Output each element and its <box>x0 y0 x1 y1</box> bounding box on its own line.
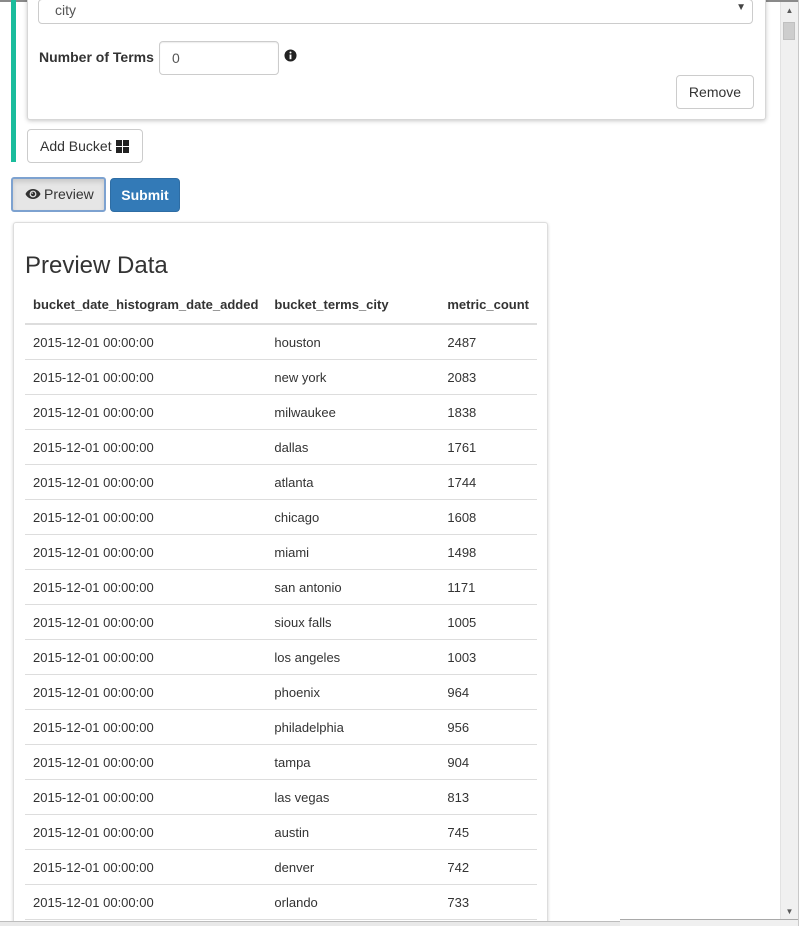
cell-date: 2015-12-01 00:00:00 <box>25 709 267 745</box>
cell-date: 2015-12-01 00:00:00 <box>25 324 267 360</box>
cell-date: 2015-12-01 00:00:00 <box>25 639 267 675</box>
cell-metric-count: 742 <box>439 849 537 885</box>
cell-date: 2015-12-01 00:00:00 <box>25 464 267 500</box>
chevron-down-icon: ▼ <box>736 2 746 13</box>
cell-metric-count: 745 <box>439 814 537 850</box>
preview-data-table: bucket_date_histogram_date_added bucket_… <box>25 286 537 920</box>
cell-city: sioux falls <box>266 604 440 640</box>
cell-city: milwaukee <box>266 394 440 430</box>
table-body: 2015-12-01 00:00:00 houston 2487 2015-12-01… <box>25 324 537 920</box>
preview-button[interactable]: Preview <box>11 177 106 212</box>
cell-city: tampa <box>266 744 440 780</box>
cell-city: austin <box>266 814 440 850</box>
window-bottom-edge-right <box>620 919 798 926</box>
cell-date: 2015-12-01 00:00:00 <box>25 499 267 535</box>
cell-city: chicago <box>266 499 440 535</box>
table-header-row: bucket_date_histogram_date_added bucket_… <box>25 286 537 325</box>
table-row: 2015-12-01 00:00:00 denver 742 <box>25 849 537 885</box>
table-row: 2015-12-01 00:00:00 chicago 1608 <box>25 499 537 535</box>
number-of-terms-input[interactable] <box>159 41 279 75</box>
aggregation-accent-bar <box>11 0 16 162</box>
table-row: 2015-12-01 00:00:00 austin 745 <box>25 814 537 850</box>
cell-city: philadelphia <box>266 709 440 745</box>
cell-date: 2015-12-01 00:00:00 <box>25 849 267 885</box>
table-row: 2015-12-01 00:00:00 los angeles 1003 <box>25 639 537 675</box>
cell-metric-count: 1761 <box>439 429 537 465</box>
cell-date: 2015-12-01 00:00:00 <box>25 394 267 430</box>
table-row: 2015-12-01 00:00:00 philadelphia 956 <box>25 709 537 745</box>
column-header-metric-count: metric_count <box>439 286 537 325</box>
preview-data-title: Preview Data <box>25 252 168 279</box>
cell-metric-count: 813 <box>439 779 537 815</box>
cell-date: 2015-12-01 00:00:00 <box>25 814 267 850</box>
preview-label: Preview <box>44 186 94 202</box>
cell-city: new york <box>266 359 440 395</box>
cell-city: atlanta <box>266 464 440 500</box>
table-row: 2015-12-01 00:00:00 new york 2083 <box>25 359 537 395</box>
cell-metric-count: 1744 <box>439 464 537 500</box>
cell-metric-count: 1005 <box>439 604 537 640</box>
cell-metric-count: 2083 <box>439 359 537 395</box>
cell-date: 2015-12-01 00:00:00 <box>25 569 267 605</box>
cell-city: houston <box>266 324 440 360</box>
table-row: 2015-12-01 00:00:00 san antonio 1171 <box>25 569 537 605</box>
page: city ▼ Number of Terms Remove Add Bucket… <box>0 0 799 926</box>
cell-date: 2015-12-01 00:00:00 <box>25 779 267 815</box>
table-row: 2015-12-01 00:00:00 orlando 733 <box>25 884 537 920</box>
column-header-city: bucket_terms_city <box>266 286 440 325</box>
scroll-down-arrow-icon[interactable]: ▼ <box>781 903 798 920</box>
number-of-terms-label: Number of Terms <box>39 49 154 65</box>
cell-metric-count: 904 <box>439 744 537 780</box>
column-header-date: bucket_date_histogram_date_added <box>25 286 267 325</box>
bucket-card: city ▼ Number of Terms Remove <box>27 0 766 120</box>
cell-metric-count: 1608 <box>439 499 537 535</box>
cell-city: miami <box>266 534 440 570</box>
table-row: 2015-12-01 00:00:00 atlanta 1744 <box>25 464 537 500</box>
field-select[interactable]: city ▼ <box>38 0 753 24</box>
cell-metric-count: 733 <box>439 884 537 920</box>
cell-city: san antonio <box>266 569 440 605</box>
cell-metric-count: 964 <box>439 674 537 710</box>
cell-city: dallas <box>266 429 440 465</box>
table-row: 2015-12-01 00:00:00 phoenix 964 <box>25 674 537 710</box>
cell-date: 2015-12-01 00:00:00 <box>25 534 267 570</box>
add-bucket-label: Add Bucket <box>40 138 112 154</box>
cell-date: 2015-12-01 00:00:00 <box>25 674 267 710</box>
cell-city: los angeles <box>266 639 440 675</box>
cell-date: 2015-12-01 00:00:00 <box>25 604 267 640</box>
preview-data-panel: Preview Data bucket_date_histogram_date_… <box>13 222 548 926</box>
field-select-value: city <box>55 2 76 18</box>
table-row: 2015-12-01 00:00:00 las vegas 813 <box>25 779 537 815</box>
th-large-icon <box>116 140 129 153</box>
cell-city: phoenix <box>266 674 440 710</box>
scroll-up-arrow-icon[interactable]: ▲ <box>781 2 798 19</box>
cell-metric-count: 1171 <box>439 569 537 605</box>
cell-metric-count: 1498 <box>439 534 537 570</box>
vertical-scrollbar[interactable]: ▲ ▼ <box>780 2 798 920</box>
scroll-thumb[interactable] <box>783 22 795 40</box>
table-row: 2015-12-01 00:00:00 dallas 1761 <box>25 429 537 465</box>
cell-city: denver <box>266 849 440 885</box>
table-row: 2015-12-01 00:00:00 sioux falls 1005 <box>25 604 537 640</box>
cell-metric-count: 1003 <box>439 639 537 675</box>
cell-date: 2015-12-01 00:00:00 <box>25 429 267 465</box>
remove-bucket-button[interactable]: Remove <box>676 75 754 109</box>
table-row: 2015-12-01 00:00:00 miami 1498 <box>25 534 537 570</box>
cell-date: 2015-12-01 00:00:00 <box>25 744 267 780</box>
table-row: 2015-12-01 00:00:00 houston 2487 <box>25 324 537 360</box>
add-bucket-button[interactable]: Add Bucket <box>27 129 143 163</box>
table-row: 2015-12-01 00:00:00 tampa 904 <box>25 744 537 780</box>
cell-city: las vegas <box>266 779 440 815</box>
cell-date: 2015-12-01 00:00:00 <box>25 359 267 395</box>
submit-button[interactable]: Submit <box>110 178 180 212</box>
eye-icon <box>25 189 41 199</box>
cell-date: 2015-12-01 00:00:00 <box>25 884 267 920</box>
cell-metric-count: 2487 <box>439 324 537 360</box>
cell-city: orlando <box>266 884 440 920</box>
table-row: 2015-12-01 00:00:00 milwaukee 1838 <box>25 394 537 430</box>
info-circle-icon[interactable] <box>284 49 297 62</box>
cell-metric-count: 956 <box>439 709 537 745</box>
cell-metric-count: 1838 <box>439 394 537 430</box>
